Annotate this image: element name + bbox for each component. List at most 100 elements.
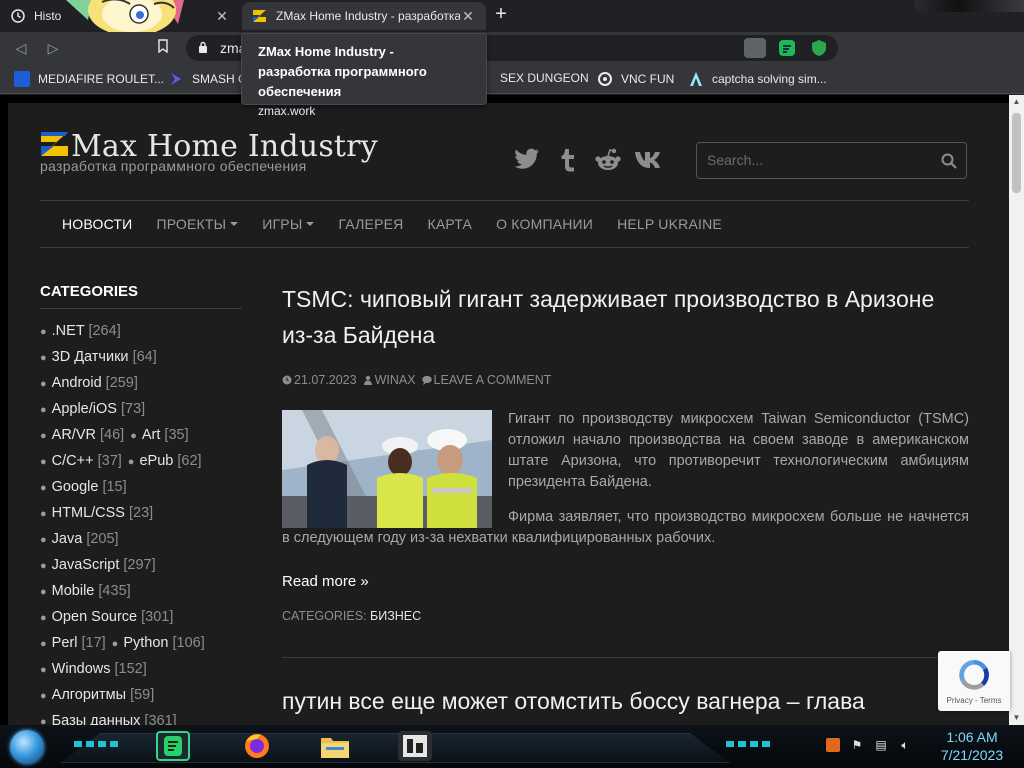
firefox-icon[interactable] [240,731,274,761]
recaptcha-badge[interactable]: Privacy - Terms [938,651,1010,711]
category-count: [205] [86,531,119,547]
recaptcha-links[interactable]: Privacy - Terms [938,696,1010,705]
nav-projects[interactable]: Проекты [156,216,239,232]
category-item[interactable]: ● Java [205] [40,531,119,547]
category-item[interactable]: ● Python [106] [112,635,205,651]
file-explorer-icon[interactable] [318,731,352,761]
close-icon[interactable]: ✕ [214,8,230,25]
nav-games[interactable]: Игры [262,216,315,232]
category-item[interactable]: ● .NET [264] [40,323,121,339]
close-icon[interactable]: ✕ [460,8,476,25]
category-item[interactable]: ● C/C++ [37] [40,453,122,469]
category-count: [46] [100,427,125,443]
category-line: ● Mobile [435] [40,579,242,605]
back-icon[interactable]: ◁ [12,39,30,57]
bookmark-mediafire[interactable]: MEDIAFIRE ROULET... [14,71,164,87]
network-icon[interactable]: ▤ [874,738,888,752]
bullet-icon: ● [40,430,47,442]
category-link[interactable]: БИЗНЕС [370,609,421,623]
nav-help-ukraine[interactable]: Help Ukraine [617,216,722,232]
comment-icon [421,375,432,385]
bookmark-sex-dungeon[interactable]: SEX DUNGEON [500,71,589,85]
window-controls[interactable] [914,0,1024,12]
smash-icon [168,71,184,87]
category-item[interactable]: ● JavaScript [297] [40,557,156,573]
article-thumbnail[interactable] [282,410,492,528]
nav-news[interactable]: Новости [62,216,132,232]
search-icon[interactable] [941,153,957,169]
next-article-title[interactable]: путин все еще может отомстить боссу вагн… [282,683,969,719]
site-logo[interactable]: Max Home Industry разработка программног… [40,129,378,174]
category-item[interactable]: ● Базы данных [361] [40,713,177,725]
volume-icon[interactable]: 🔈︎ [898,738,912,752]
category-item[interactable]: ● ePub [62] [128,453,202,469]
category-item[interactable]: ● Perl [17] [40,635,106,651]
search-input[interactable] [707,152,927,168]
bookmark-smash[interactable]: SMASH G [168,71,247,87]
article-comment-link[interactable]: LEAVE A COMMENT [421,373,551,387]
taskbar-decoration [726,741,770,747]
scrollbar-thumb[interactable] [1012,113,1021,193]
vk-icon[interactable] [634,148,660,172]
category-item[interactable]: ● HTML/CSS [23] [40,505,153,521]
nav-gallery[interactable]: Галерея [338,216,403,232]
notes-app-icon[interactable] [156,731,190,761]
read-more-link[interactable]: Read more » [282,573,369,590]
reddit-icon[interactable] [594,148,621,172]
category-item[interactable]: ● Open Source [301] [40,609,173,625]
bullet-icon: ● [40,534,47,546]
category-item[interactable]: ● Apple/iOS [73] [40,401,145,417]
article-author[interactable]: WINAX [363,373,416,387]
taskbar-clock[interactable]: 1:06 AM 7/21/2023 [930,728,1014,764]
new-tab-button[interactable]: + [491,4,511,25]
tumblr-icon[interactable] [554,148,580,172]
bookmark-star-icon[interactable] [154,39,172,57]
scroll-down-icon[interactable]: ▼ [1009,711,1024,725]
category-item[interactable]: ● Алгоритмы [59] [40,687,154,703]
bookmark-captcha[interactable]: captcha solving sim... [688,71,827,87]
category-item[interactable]: ● Mobile [435] [40,583,131,599]
bullet-icon: ● [40,560,47,572]
category-item[interactable]: ● Art [35] [130,427,188,443]
article-body: Гигант по производству микросхем Taiwan … [282,409,969,623]
bullet-icon: ● [40,352,47,364]
category-count: [73] [120,401,146,417]
category-item[interactable]: ● AR/VR [46] [40,427,124,443]
bullet-icon: ● [40,404,47,416]
translate-icon[interactable] [744,38,766,58]
category-count: [35] [164,427,189,443]
nav-about[interactable]: О компании [496,216,593,232]
tray-app-icon[interactable] [826,738,840,752]
terminal-app-icon[interactable] [398,731,432,761]
start-orb-icon[interactable] [10,730,44,764]
page-scrollbar[interactable]: ▲ ▼ [1009,95,1024,725]
scroll-up-icon[interactable]: ▲ [1009,95,1024,109]
category-item[interactable]: ● 3D Датчики [64] [40,349,157,365]
vnc-icon [597,71,613,87]
category-line: ● Google [15] [40,475,242,501]
bookmark-label: VNC FUN [621,72,675,86]
tab-zmax[interactable]: ZMax Home Industry - разработка ✕ [242,2,486,30]
category-name: ePub [139,453,174,469]
categories-list: ● .NET [264] ● 3D Датчики [64] ● Android [259… [40,319,242,725]
category-item[interactable]: ● Windows [152] [40,661,147,677]
twitter-icon[interactable] [514,148,540,172]
nav-label: Проекты [156,216,227,232]
shield-extension-icon[interactable] [808,38,830,58]
forward-icon[interactable]: ▷ [44,39,62,57]
tab-hover-tooltip: ZMax Home Industry - разработка программ… [241,33,487,118]
tooltip-title: ZMax Home Industry - разработка программ… [258,44,427,99]
category-item[interactable]: ● Android [259] [40,375,138,391]
bookmark-vnc-fun[interactable]: VNC FUN [597,71,674,87]
article-title[interactable]: TSMC: чиповый гигант задерживает произво… [282,281,969,353]
caret-down-icon [230,222,239,226]
nav-map[interactable]: Карта [427,216,472,232]
category-name: Android [51,375,102,391]
category-count: [17] [81,635,106,651]
social-links [514,148,660,172]
category-item[interactable]: ● Google [15] [40,479,127,495]
category-name: JavaScript [51,557,120,573]
flag-icon[interactable]: ⚑ [850,738,864,752]
category-count: [435] [98,583,131,599]
extension-green-icon[interactable] [776,38,798,58]
